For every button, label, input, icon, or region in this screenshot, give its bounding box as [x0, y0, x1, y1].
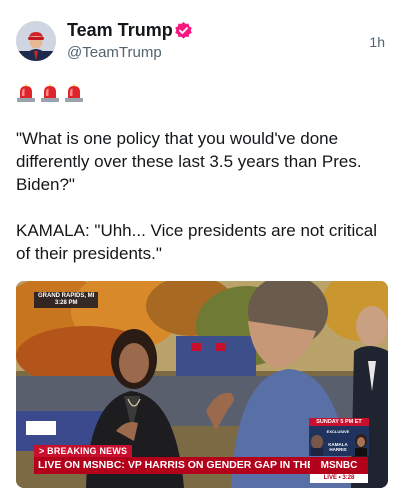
avatar[interactable]: [16, 21, 56, 61]
post-text-paragraph: "What is one policy that you would've do…: [16, 129, 362, 194]
verified-badge-icon: [175, 21, 192, 39]
show-promo: SUNDAY 5 PM ET EXCLUSIVE KAMALA HARRIS: [309, 418, 369, 456]
location-bug: GRAND RAPIDS, MI 3:28 PM: [34, 292, 99, 308]
promo-tag: EXCLUSIVE: [326, 429, 350, 434]
post-text-paragraph: KAMALA: "Uhh... Vice presidents are not …: [16, 221, 377, 263]
police-siren-icon: [41, 84, 59, 102]
emoji-row: [16, 84, 84, 102]
police-siren-icon: [65, 84, 83, 102]
post-video-media[interactable]: GRAND RAPIDS, MI 3:28 PM SUNDAY 5 PM ET …: [16, 281, 388, 488]
post-card[interactable]: Team Trump @TeamTrump 1h "What is one po…: [0, 0, 398, 500]
display-name[interactable]: Team Trump: [67, 19, 173, 41]
user-handle[interactable]: @TeamTrump: [67, 44, 162, 62]
location-time: 3:28 PM: [54, 300, 78, 306]
post-text: "What is one policy that you would've do…: [16, 127, 386, 265]
police-siren-icon: [17, 84, 35, 102]
promo-name: KAMALA HARRIS: [328, 442, 348, 452]
news-headline: LIVE ON MSNBC: VP HARRIS ON GENDER GAP I…: [34, 457, 314, 474]
location-place: GRAND RAPIDS, MI: [38, 293, 95, 299]
avatar-photo-icon: [16, 21, 56, 61]
post-timestamp[interactable]: 1h: [369, 34, 385, 50]
breaking-news-label: > BREAKING NEWS: [34, 445, 133, 457]
network-logo: MSNBC: [310, 457, 368, 474]
live-indicator: LIVE • 3:28: [310, 474, 368, 483]
